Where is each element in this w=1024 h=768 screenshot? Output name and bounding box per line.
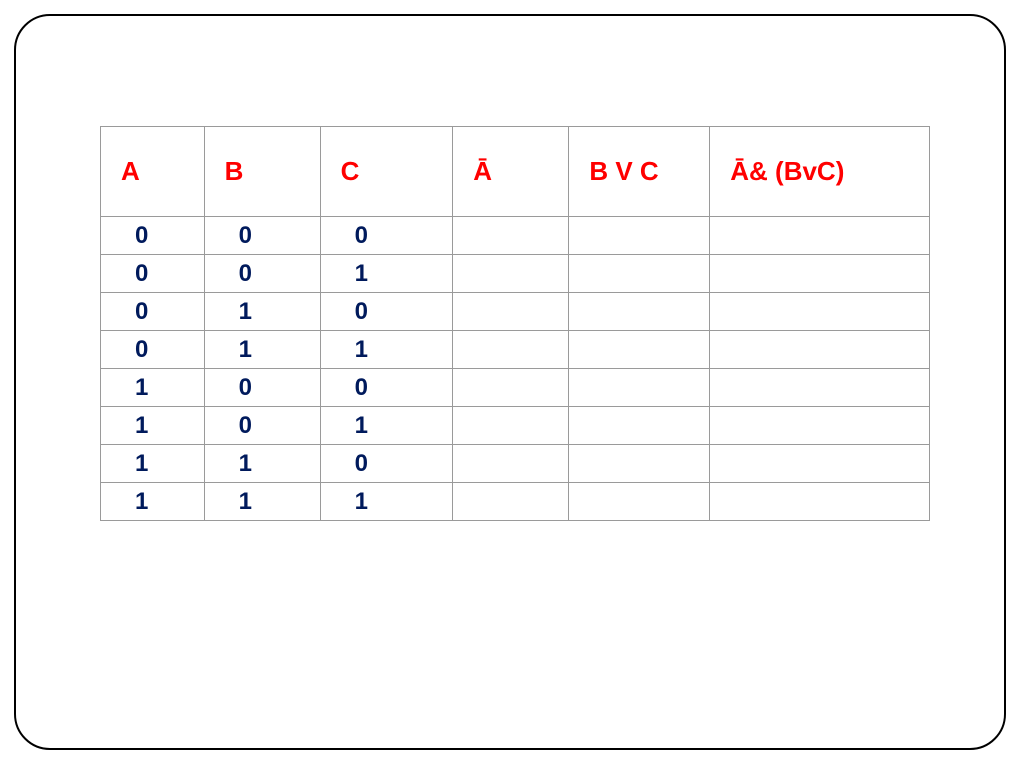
cell: 0	[204, 217, 320, 255]
cell	[453, 331, 569, 369]
cell: 0	[101, 293, 205, 331]
cell	[569, 445, 710, 483]
table-header-row: A B C Ā B V C Ā& (BvC)	[101, 127, 930, 217]
cell	[453, 217, 569, 255]
table-row: 1 0 0	[101, 369, 930, 407]
cell	[569, 369, 710, 407]
cell	[710, 369, 930, 407]
table-row: 1 1 0	[101, 445, 930, 483]
cell: 0	[320, 217, 453, 255]
table-row: 0 0 0	[101, 217, 930, 255]
cell	[710, 217, 930, 255]
cell: 0	[101, 217, 205, 255]
cell: 1	[101, 483, 205, 521]
cell: 0	[320, 369, 453, 407]
cell	[569, 331, 710, 369]
cell: 1	[320, 331, 453, 369]
cell: 1	[204, 331, 320, 369]
cell	[710, 445, 930, 483]
slide-frame: A B C Ā B V C Ā& (BvC) 0 0 0	[14, 14, 1006, 750]
cell	[569, 483, 710, 521]
cell	[569, 217, 710, 255]
cell: 1	[101, 445, 205, 483]
cell: 0	[204, 255, 320, 293]
col-header-not-a: Ā	[453, 127, 569, 217]
table-row: 0 1 1	[101, 331, 930, 369]
cell: 1	[101, 369, 205, 407]
cell: 1	[320, 483, 453, 521]
cell: 1	[204, 483, 320, 521]
truth-table: A B C Ā B V C Ā& (BvC) 0 0 0	[100, 126, 930, 521]
cell: 1	[101, 407, 205, 445]
cell: 1	[204, 445, 320, 483]
cell: 0	[320, 293, 453, 331]
cell: 0	[320, 445, 453, 483]
table-row: 0 0 1	[101, 255, 930, 293]
cell	[710, 483, 930, 521]
cell: 0	[101, 255, 205, 293]
col-header-a: A	[101, 127, 205, 217]
table-row: 0 1 0	[101, 293, 930, 331]
cell	[453, 445, 569, 483]
cell	[453, 407, 569, 445]
cell	[453, 369, 569, 407]
cell	[453, 483, 569, 521]
cell	[569, 293, 710, 331]
cell	[453, 255, 569, 293]
cell	[710, 331, 930, 369]
table-row: 1 0 1	[101, 407, 930, 445]
table-row: 1 1 1	[101, 483, 930, 521]
cell: 1	[320, 407, 453, 445]
cell	[710, 407, 930, 445]
cell	[710, 255, 930, 293]
cell: 0	[204, 407, 320, 445]
cell: 1	[320, 255, 453, 293]
col-header-b-or-c: B V C	[569, 127, 710, 217]
cell: 1	[204, 293, 320, 331]
col-header-c: C	[320, 127, 453, 217]
cell: 0	[204, 369, 320, 407]
cell	[453, 293, 569, 331]
col-header-b: B	[204, 127, 320, 217]
table-body: 0 0 0 0 0 1 0 1 0	[101, 217, 930, 521]
truth-table-container: A B C Ā B V C Ā& (BvC) 0 0 0	[100, 126, 930, 521]
cell	[569, 407, 710, 445]
cell: 0	[101, 331, 205, 369]
cell	[710, 293, 930, 331]
col-header-result: Ā& (BvC)	[710, 127, 930, 217]
cell	[569, 255, 710, 293]
